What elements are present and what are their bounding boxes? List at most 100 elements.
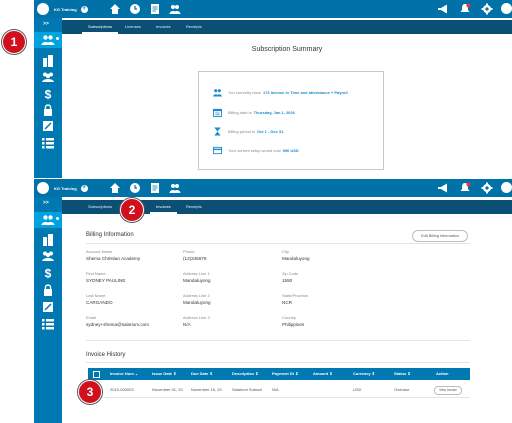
- cell-status: Overdue: [394, 387, 410, 392]
- summary-row-billing-period: Billing period is Oct 1 - Dec 31: [213, 126, 285, 136]
- tab-invoices[interactable]: Invoices: [150, 200, 177, 214]
- home-icon[interactable]: [109, 182, 121, 194]
- document-icon[interactable]: [149, 182, 161, 194]
- document-icon[interactable]: [149, 3, 161, 15]
- col-payment-dt[interactable]: Payment Dt ⇕: [272, 368, 298, 380]
- cell-currency: USD: [353, 387, 362, 392]
- user-avatar[interactable]: [501, 3, 512, 14]
- bell-icon[interactable]: [459, 3, 471, 15]
- address-line-3-value: N/A: [183, 322, 191, 327]
- tab-bar: Subscriptions Licenses Invoices Receipts: [62, 20, 512, 34]
- gear-icon[interactable]: [481, 182, 493, 194]
- callout-1: 1: [2, 30, 26, 54]
- address-line-1-value: Mandaluyong: [183, 278, 211, 283]
- add-icon[interactable]: +: [80, 184, 88, 192]
- callout-2: 2: [120, 198, 144, 222]
- col-currency[interactable]: Currency ⇕: [353, 368, 375, 380]
- col-description[interactable]: Description ⇕: [232, 368, 258, 380]
- users-icon: [213, 88, 222, 97]
- team-icon[interactable]: [41, 71, 55, 83]
- country-value: Philippines: [282, 322, 305, 327]
- users-icon[interactable]: [169, 182, 181, 194]
- country-label: Country: [282, 315, 297, 320]
- expand-square-icon[interactable]: [41, 301, 55, 313]
- col-invoice-num[interactable]: Invoice Num ⌄: [110, 368, 138, 380]
- cell-payment-dt: N/A: [272, 387, 279, 392]
- edit-billing-information-button[interactable]: Edit Billing Information: [412, 230, 468, 242]
- last-name-value: CARGANDO: [86, 300, 113, 305]
- calendar-icon: [213, 108, 222, 117]
- cost-value: 996 USD: [282, 147, 299, 153]
- address-line-1-label: Address Line 1: [183, 271, 210, 276]
- dollar-icon[interactable]: $: [41, 88, 55, 100]
- clock-icon[interactable]: [129, 182, 141, 194]
- zip-code-label: Zip Code: [282, 271, 299, 276]
- brand[interactable]: KG Training +: [37, 181, 88, 195]
- team-icon[interactable]: [41, 250, 55, 262]
- dollar-icon[interactable]: $: [41, 267, 55, 279]
- billing-period-value: Oct 1 - Dec 31: [256, 128, 284, 134]
- lock-icon[interactable]: [41, 104, 55, 116]
- buildings-icon[interactable]: [41, 55, 55, 67]
- view-invoice-button[interactable]: View Invoice: [434, 386, 462, 395]
- select-all-checkbox[interactable]: [93, 371, 100, 378]
- col-status[interactable]: Status ⇕: [394, 368, 411, 380]
- col-amount[interactable]: Amount ⇕: [313, 368, 333, 380]
- credit-card-icon: [213, 146, 222, 154]
- state-province-value: NCR: [282, 300, 292, 305]
- cell-due-date: November 15, 20: [191, 387, 222, 392]
- cell-description: Salarium Subscri: [232, 387, 263, 392]
- tab-receipts[interactable]: Receipts: [180, 20, 208, 34]
- user-avatar[interactable]: [501, 182, 512, 193]
- address-line-2-value: Mandaluyong: [183, 300, 211, 305]
- tab-subscriptions[interactable]: Subscriptions: [82, 200, 118, 214]
- tab-receipts[interactable]: Receipts: [180, 200, 208, 214]
- page-title: Subscription Summary: [251, 46, 323, 53]
- brand-name: KG Training: [54, 6, 77, 12]
- col-due-date[interactable]: Due Date ⇕: [191, 368, 213, 380]
- divider: [86, 362, 470, 363]
- megaphone-icon[interactable]: [437, 3, 449, 15]
- email-value: sydney+shema@salarium.com: [86, 322, 150, 327]
- active-dot: [56, 37, 59, 40]
- city-value: Mandaluyong: [282, 256, 310, 261]
- tab-invoices[interactable]: Invoices: [150, 20, 177, 34]
- sidebar-expand-button[interactable]: >>: [43, 21, 49, 27]
- expand-square-icon[interactable]: [41, 120, 55, 132]
- tab-subscriptions[interactable]: Subscriptions: [82, 20, 119, 34]
- account-name-label: Account Name: [86, 249, 113, 254]
- top-nav-bar-2: KG Training +: [34, 179, 512, 197]
- divider: [86, 340, 470, 341]
- company-logo: [37, 3, 49, 15]
- lock-icon[interactable]: [41, 284, 55, 296]
- clock-icon[interactable]: [129, 3, 141, 15]
- brand[interactable]: KG Training +: [37, 2, 88, 16]
- license-count-link[interactable]: 173 license in Time and attendance + Pay…: [263, 90, 348, 95]
- cell-invoice-num[interactable]: 2019-000003: [110, 387, 134, 392]
- active-dot: [56, 217, 59, 220]
- invoice-history-title: Invoice History: [86, 352, 126, 358]
- sidebar-expand-button[interactable]: >>: [43, 200, 49, 206]
- tab-licenses[interactable]: Licenses: [119, 20, 147, 34]
- company-logo: [37, 182, 49, 194]
- first-name-label: First Name: [86, 271, 106, 276]
- bell-icon[interactable]: [459, 182, 471, 194]
- billing-date-value: Thursday, Jan 1, 2026: [253, 109, 295, 115]
- users-icon[interactable]: [169, 3, 181, 15]
- email-label: Email: [86, 315, 97, 320]
- svg-text:$: $: [45, 267, 52, 279]
- list-icon[interactable]: [41, 137, 55, 149]
- buildings-icon[interactable]: [41, 234, 55, 246]
- state-province-label: State/Province: [282, 293, 309, 298]
- add-icon[interactable]: +: [80, 5, 88, 13]
- list-icon[interactable]: [41, 318, 55, 330]
- home-icon[interactable]: [109, 3, 121, 15]
- zip-code-value: 1550: [282, 278, 293, 283]
- megaphone-icon[interactable]: [437, 182, 449, 194]
- gear-icon[interactable]: [481, 3, 493, 15]
- col-issue-date[interactable]: Issue Date ⇕: [152, 368, 176, 380]
- phone-value: (12)345678: [183, 256, 207, 261]
- summary-row-cost: Your current setup would cost 996 USD: [213, 145, 301, 155]
- top-nav-bar: KG Training +: [34, 0, 512, 18]
- hourglass-icon: [214, 126, 221, 136]
